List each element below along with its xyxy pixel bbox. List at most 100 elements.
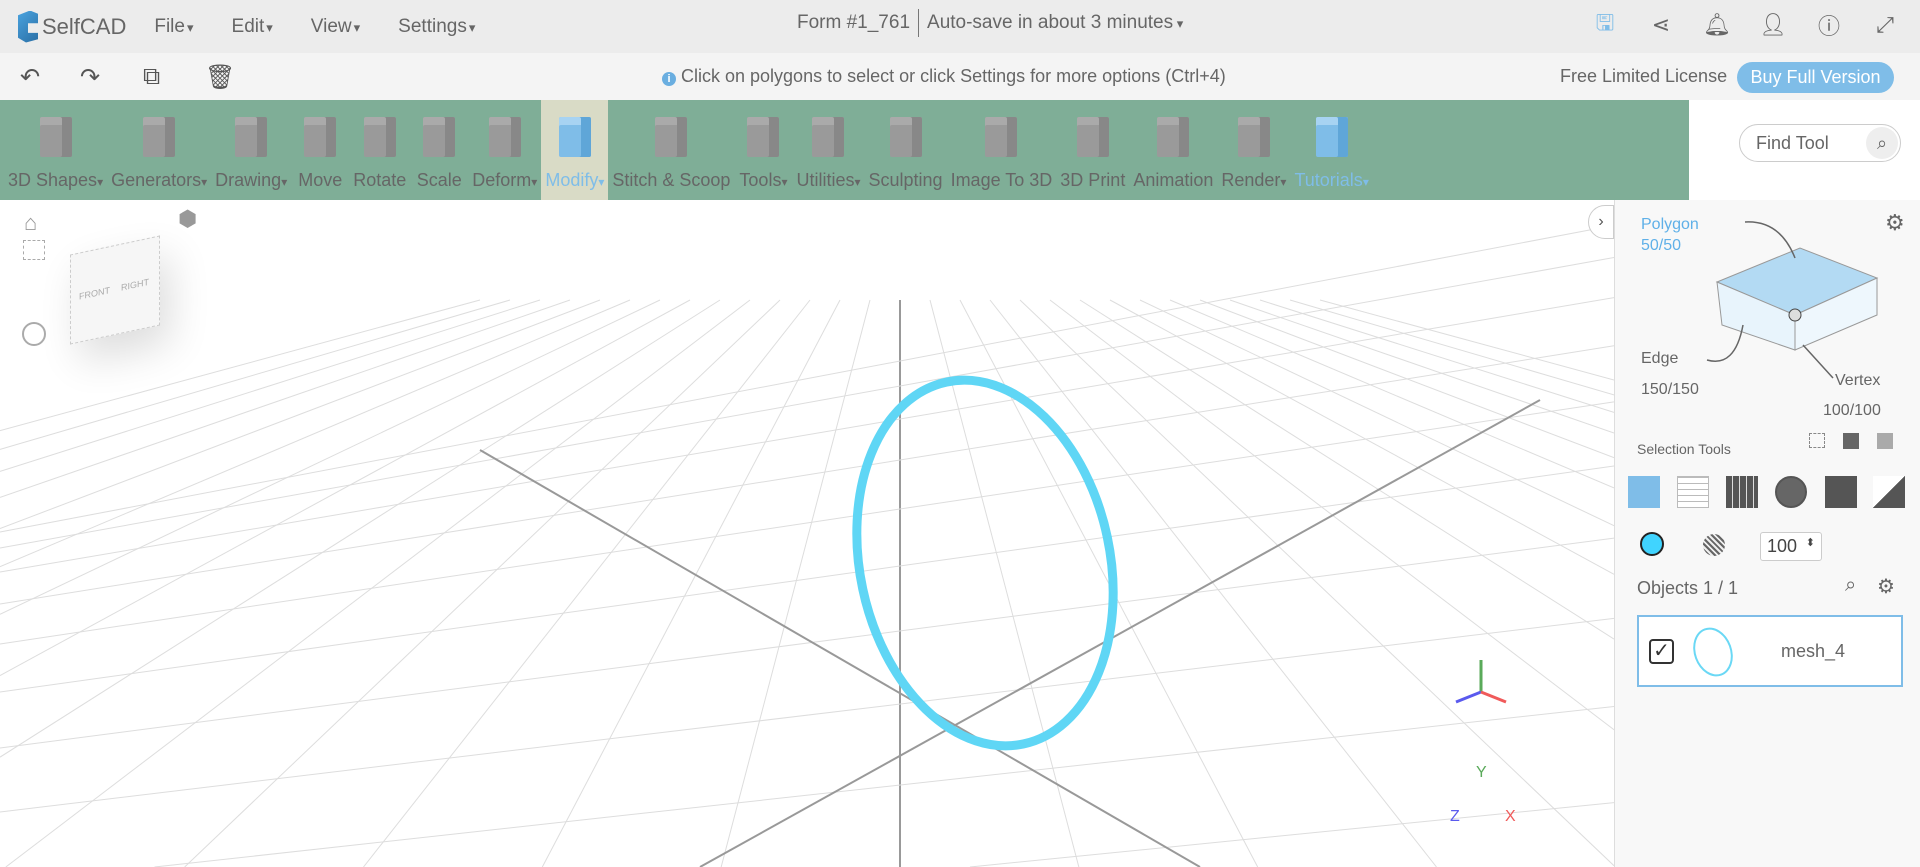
grid-line bbox=[1229, 299, 1614, 434]
tool-tools[interactable]: Tools bbox=[734, 100, 792, 200]
tool-label: Image To 3D bbox=[950, 170, 1053, 190]
bell-icon[interactable]: 🔔︎ bbox=[1703, 12, 1731, 38]
object-name[interactable]: mesh_4 bbox=[1781, 641, 1845, 662]
search-icon[interactable]: ⌕ bbox=[1866, 127, 1898, 159]
grid-line bbox=[0, 297, 1614, 573]
delete-icon[interactable]: 🗑︎ bbox=[205, 63, 235, 92]
select-faces-icon[interactable] bbox=[1726, 476, 1758, 508]
orbit-icon[interactable] bbox=[22, 322, 46, 346]
view-cube-front[interactable]: FRONT bbox=[79, 285, 110, 302]
select-half-icon[interactable] bbox=[1825, 476, 1857, 508]
license-label: Free Limited License bbox=[1560, 66, 1728, 86]
select-plane-icon[interactable] bbox=[1873, 476, 1905, 508]
grid-line bbox=[1109, 299, 1614, 575]
stepper-arrows-icon[interactable]: ⬍ bbox=[1806, 536, 1815, 549]
tool-icon bbox=[550, 112, 600, 162]
opacity-stepper[interactable]: 100 ⬍ bbox=[1760, 532, 1822, 561]
tool-icon bbox=[1229, 112, 1279, 162]
tool-render[interactable]: Render bbox=[1217, 100, 1290, 200]
box-select-icon[interactable] bbox=[1843, 433, 1859, 449]
info-small-icon: i bbox=[662, 72, 676, 86]
redo-icon[interactable]: ↷ bbox=[80, 63, 100, 92]
tool-label: Stitch & Scoop bbox=[612, 170, 731, 190]
tool-icon bbox=[295, 112, 345, 162]
tool-deform[interactable]: Deform bbox=[468, 100, 541, 200]
save-icon[interactable]: 🖫 bbox=[1592, 10, 1618, 38]
tool-animation[interactable]: Animation bbox=[1129, 100, 1217, 200]
menu-edit[interactable]: Edit bbox=[232, 16, 273, 38]
undo-icon[interactable]: ↶ bbox=[20, 63, 40, 92]
color-swatch[interactable] bbox=[1640, 532, 1664, 556]
tool-label: 3D Shapes bbox=[8, 170, 103, 191]
autosave-dropdown[interactable]: Auto-save in about 3 minutes bbox=[927, 12, 1183, 37]
find-tool-placeholder: Find Tool bbox=[1756, 132, 1829, 153]
tool-sculpting[interactable]: Sculpting bbox=[865, 100, 947, 200]
tool-stitch-scoop[interactable]: Stitch & Scoop bbox=[608, 100, 734, 200]
document-title-area: Form #1_761 Auto-save in about 3 minutes bbox=[797, 9, 1183, 37]
axis-z-line bbox=[1455, 690, 1482, 704]
tool-utilities[interactable]: Utilities bbox=[792, 100, 864, 200]
tool-icon bbox=[646, 112, 696, 162]
polygon-count: 50/50 bbox=[1641, 237, 1682, 254]
opacity-value[interactable]: 100 bbox=[1767, 536, 1797, 556]
share-icon[interactable]: ⋖ bbox=[1648, 12, 1674, 38]
select-object-icon[interactable] bbox=[1628, 476, 1660, 508]
user-icon[interactable]: 👤︎ bbox=[1759, 12, 1787, 38]
menu-file[interactable]: File bbox=[154, 16, 193, 38]
tool-tutorials[interactable]: Tutorials bbox=[1290, 100, 1372, 200]
grid-line bbox=[0, 256, 1614, 549]
object-visibility-checkbox[interactable]: ✓ bbox=[1649, 639, 1674, 664]
grid-line bbox=[0, 401, 1614, 645]
objects-settings-icon[interactable]: ⚙ bbox=[1877, 574, 1895, 599]
app-name: SelfCAD bbox=[42, 13, 127, 39]
tool-modify[interactable]: Modify bbox=[541, 100, 609, 200]
search-objects-icon[interactable]: ⌕ bbox=[1845, 574, 1856, 597]
view-cube-right[interactable]: RIGHT bbox=[121, 277, 149, 293]
gear-icon[interactable]: ⚙ bbox=[1885, 210, 1905, 236]
menu-view[interactable]: View bbox=[311, 16, 360, 38]
tool-move[interactable]: Move bbox=[291, 100, 349, 200]
tool-label: Utilities bbox=[796, 170, 860, 191]
axis-z-label: Z bbox=[1450, 808, 1460, 825]
3d-viewport[interactable]: ⌂ ⬢ FRONT RIGHT Y Z X bbox=[0, 200, 1614, 867]
menu-settings[interactable]: Settings bbox=[398, 16, 475, 38]
selection-tools-label: Selection Tools bbox=[1637, 441, 1731, 457]
grid-line bbox=[1259, 299, 1614, 413]
tool-image-to-3d[interactable]: Image To 3D bbox=[947, 100, 1057, 200]
home-icon[interactable]: ⌂ bbox=[24, 210, 37, 236]
collapse-panel-button[interactable]: › bbox=[1588, 205, 1614, 239]
tool-rotate[interactable]: Rotate bbox=[349, 100, 410, 200]
info-icon[interactable]: ⓘ bbox=[1816, 12, 1842, 39]
tool-icon bbox=[881, 112, 931, 162]
fullscreen-icon[interactable]: ⤢ bbox=[1872, 12, 1898, 38]
copy-icon[interactable]: ⧉ bbox=[143, 63, 160, 91]
tool-icon bbox=[803, 112, 853, 162]
select-grid-icon[interactable] bbox=[1677, 476, 1709, 508]
projection-icon[interactable]: ⬢ bbox=[178, 206, 197, 232]
find-tool-input[interactable]: Find Tool ⌕ bbox=[1739, 124, 1901, 162]
fit-view-icon[interactable] bbox=[23, 240, 45, 260]
volume-select-icon[interactable] bbox=[1877, 433, 1893, 449]
material-icon[interactable] bbox=[1703, 534, 1725, 556]
vertex-label[interactable]: Vertex bbox=[1835, 372, 1880, 390]
tool-label: Deform bbox=[472, 170, 537, 191]
view-cube[interactable]: FRONT RIGHT bbox=[70, 235, 160, 345]
grid-line bbox=[0, 617, 1614, 813]
tool-drawing[interactable]: Drawing bbox=[211, 100, 291, 200]
rect-select-icon[interactable] bbox=[1809, 433, 1825, 448]
tool-generators[interactable]: Generators bbox=[107, 100, 211, 200]
buy-full-version-button[interactable]: Buy Full Version bbox=[1737, 62, 1894, 93]
object-list-item[interactable]: ✓ mesh_4 bbox=[1637, 615, 1903, 687]
grid-line bbox=[154, 705, 1614, 867]
tool-3d-print[interactable]: 3D Print bbox=[1056, 100, 1129, 200]
tool-3d-shapes[interactable]: 3D Shapes bbox=[4, 100, 107, 200]
tool-icon bbox=[1307, 112, 1357, 162]
grid-line bbox=[1169, 299, 1614, 489]
tool-icon bbox=[1068, 112, 1118, 162]
tool-scale[interactable]: Scale bbox=[410, 100, 468, 200]
app-logo: SelfCAD bbox=[18, 10, 127, 43]
document-title[interactable]: Form #1_761 bbox=[797, 12, 910, 37]
polygon-mode-dropdown[interactable]: Polygon bbox=[1641, 216, 1699, 234]
select-inner-icon[interactable] bbox=[1775, 476, 1807, 508]
edge-label[interactable]: Edge bbox=[1641, 350, 1678, 368]
